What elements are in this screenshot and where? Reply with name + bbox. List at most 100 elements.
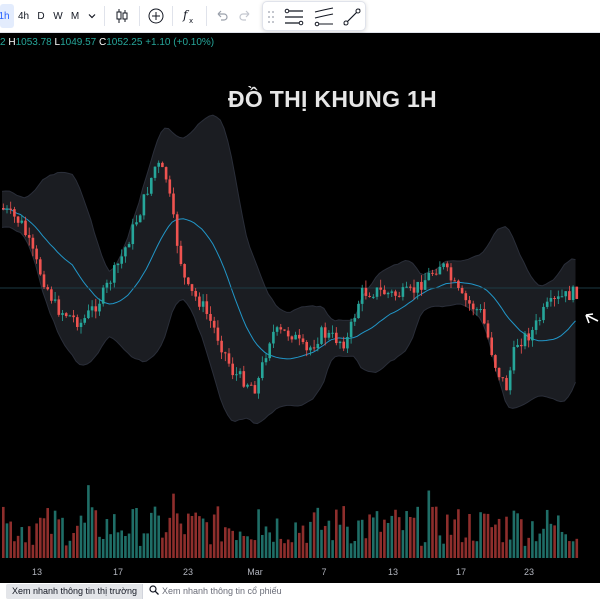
volume-bar <box>179 523 183 558</box>
volume-bar <box>460 542 464 558</box>
volume-bar <box>523 545 527 558</box>
chart-type-button[interactable] <box>110 4 134 28</box>
volume-bar <box>301 525 305 558</box>
candle-body <box>464 293 468 301</box>
volume-bar <box>127 533 131 558</box>
interval-d-button[interactable]: D <box>33 4 49 28</box>
volume-bar <box>568 541 571 558</box>
candle-body <box>209 313 212 321</box>
candle-body <box>449 267 453 281</box>
candle <box>438 261 442 275</box>
search-icon <box>149 585 159 595</box>
candle-body <box>279 327 283 330</box>
fib-icon[interactable] <box>313 6 335 28</box>
candle-body <box>268 343 271 359</box>
interval-1h-button[interactable]: 1h <box>0 4 14 28</box>
x-tick-label: 23 <box>183 567 193 577</box>
candle-body <box>68 315 72 317</box>
volume-bar <box>423 542 427 558</box>
toolbar-divider <box>206 6 207 26</box>
volume-bar <box>401 530 405 558</box>
candle-body <box>442 263 445 267</box>
candle-body <box>305 342 308 351</box>
candle-body <box>335 332 338 344</box>
volume-bar <box>427 490 431 558</box>
volume-bar <box>442 543 445 558</box>
compare-button[interactable] <box>144 4 168 28</box>
indicators-button[interactable]: f x <box>177 4 201 28</box>
candle-body <box>127 244 131 248</box>
volume-bar <box>375 511 379 558</box>
interval-dropdown-button[interactable] <box>84 4 100 28</box>
candle-body <box>224 352 227 354</box>
candle-body <box>24 220 27 236</box>
candle-body <box>90 306 94 311</box>
volume-bar <box>198 516 201 558</box>
lines-icon[interactable] <box>283 6 305 28</box>
candle-body <box>168 179 172 194</box>
drag-handle-icon[interactable] <box>267 9 275 25</box>
volume-bar <box>386 522 390 558</box>
volume-bar <box>212 514 216 558</box>
candle-body <box>135 222 138 225</box>
candle-body <box>216 327 220 341</box>
interval-4h-button[interactable]: 4h <box>15 4 32 28</box>
interval-d-label: D <box>37 10 45 22</box>
candle-body <box>272 331 275 344</box>
redo-button[interactable] <box>234 4 256 28</box>
candle-body <box>109 282 112 284</box>
price-chart[interactable]: 13 17 23 Mar 7 13 17 23 <box>0 33 600 583</box>
trendline-icon[interactable] <box>341 6 363 28</box>
volume-bar <box>57 519 61 558</box>
stock-search-input[interactable]: Xem nhanh thông tin cổ phiếu <box>142 584 288 599</box>
candle-body <box>157 162 160 167</box>
volume-bar <box>175 513 179 558</box>
volume-bar <box>409 516 412 558</box>
candle-body <box>298 334 301 339</box>
x-tick-label: 7 <box>321 567 326 577</box>
indicators-icon: f x <box>182 8 193 25</box>
volume-bar <box>264 526 268 558</box>
volume-bar <box>142 533 146 558</box>
candle-body <box>246 384 249 387</box>
candle-body <box>512 347 516 371</box>
volume-bar <box>227 528 231 558</box>
volume-bar <box>379 531 382 558</box>
volume-bar <box>434 506 438 558</box>
volume-bar <box>335 509 338 558</box>
volume-bar <box>205 522 209 558</box>
volume-bar <box>512 510 516 558</box>
market-overview-label: Xem nhanh thông tin thị trường <box>12 586 138 596</box>
candle-body <box>179 245 183 265</box>
market-overview-button[interactable]: Xem nhanh thông tin thị trường <box>6 584 144 599</box>
volume-bar <box>116 532 120 558</box>
volume-bar <box>516 513 519 558</box>
candle-body <box>257 378 260 394</box>
candle-body <box>401 287 405 297</box>
volume-bar <box>453 519 456 558</box>
volume-bar <box>457 509 460 558</box>
volume-bar <box>5 523 9 558</box>
candle-body <box>253 385 257 394</box>
volume-bar <box>438 535 442 558</box>
volume-bar <box>83 522 86 558</box>
interval-m-button[interactable]: M <box>67 4 83 28</box>
volume-bar <box>464 537 468 558</box>
candle <box>101 284 105 307</box>
candle <box>427 267 431 281</box>
volume-bar <box>42 518 46 558</box>
candle-body <box>187 277 190 285</box>
volume-bar <box>560 531 564 558</box>
candle-body <box>434 273 438 275</box>
volume-bar <box>27 526 31 558</box>
redo-icon <box>239 10 250 21</box>
interval-w-button[interactable]: W <box>50 4 66 28</box>
volume-bar <box>20 527 24 558</box>
volume-bar <box>575 538 579 558</box>
volume-bar <box>109 534 112 558</box>
candle-body <box>531 329 534 341</box>
volume-bar <box>446 514 449 558</box>
volume-bar <box>231 530 234 558</box>
volume-bar <box>412 517 416 558</box>
undo-button[interactable] <box>211 4 233 28</box>
